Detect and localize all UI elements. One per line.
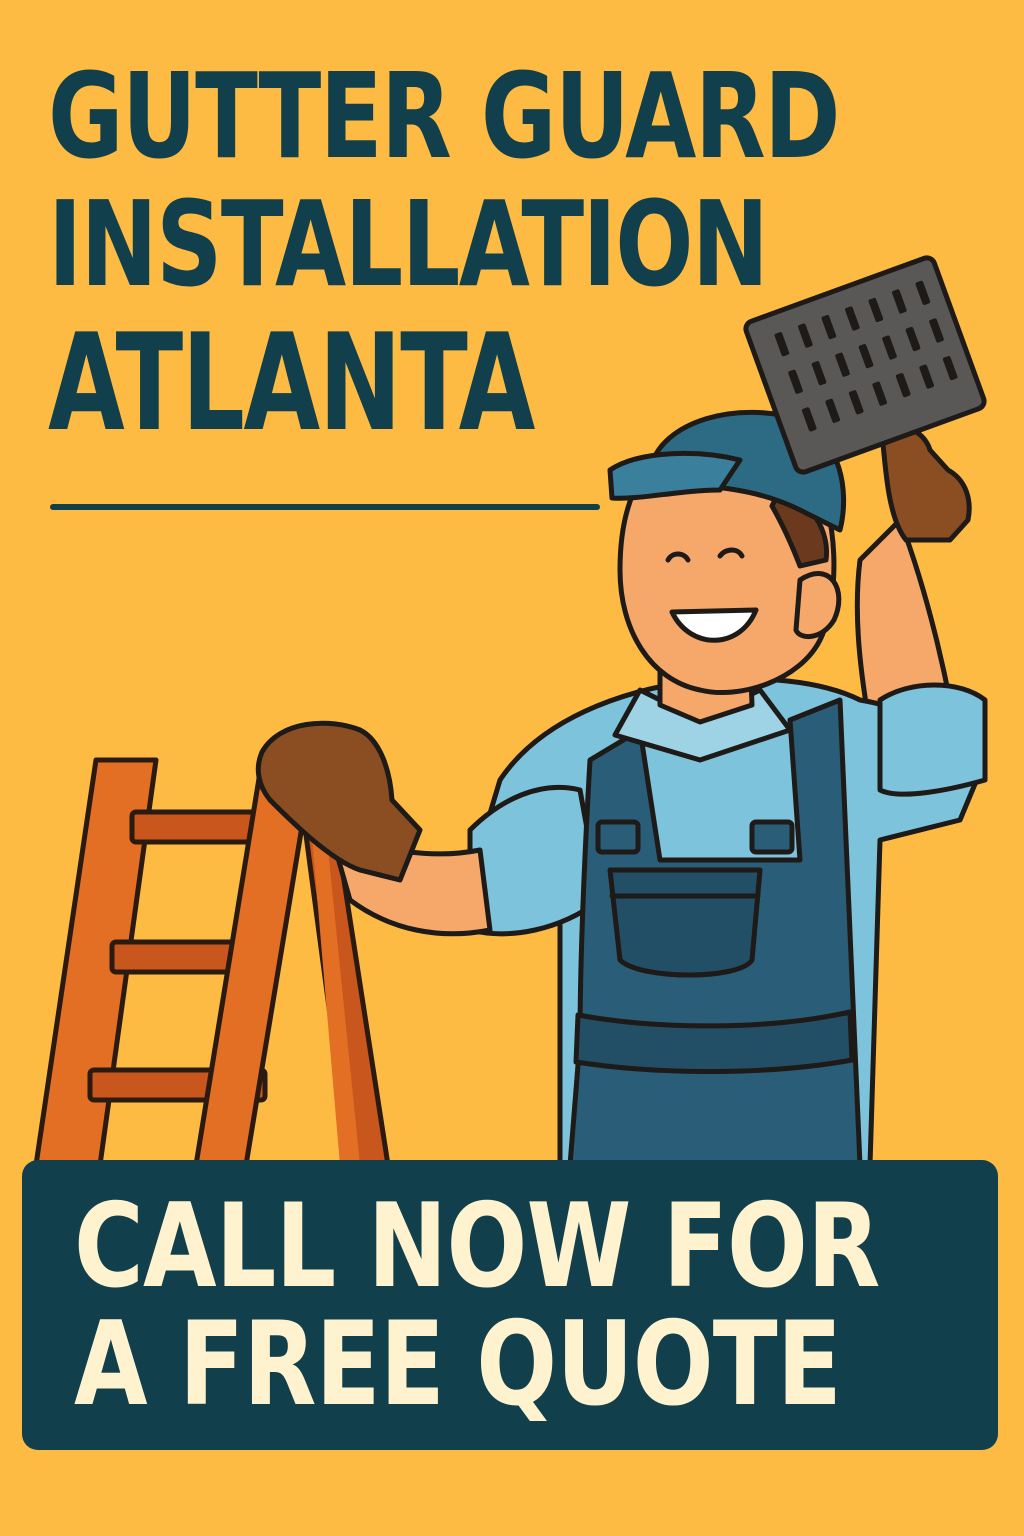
cta-line-2: A FREE QUOTE — [74, 1297, 842, 1432]
cta-banner[interactable]: CALL NOW FOR A FREE QUOTE — [22, 1160, 998, 1450]
cta-line-1: CALL NOW FOR — [74, 1179, 880, 1314]
cta-text: CALL NOW FOR A FREE QUOTE — [74, 1188, 1024, 1424]
poster: GUTTER GUARD INSTALLATION ATLANTA CALL N… — [0, 0, 1024, 1536]
